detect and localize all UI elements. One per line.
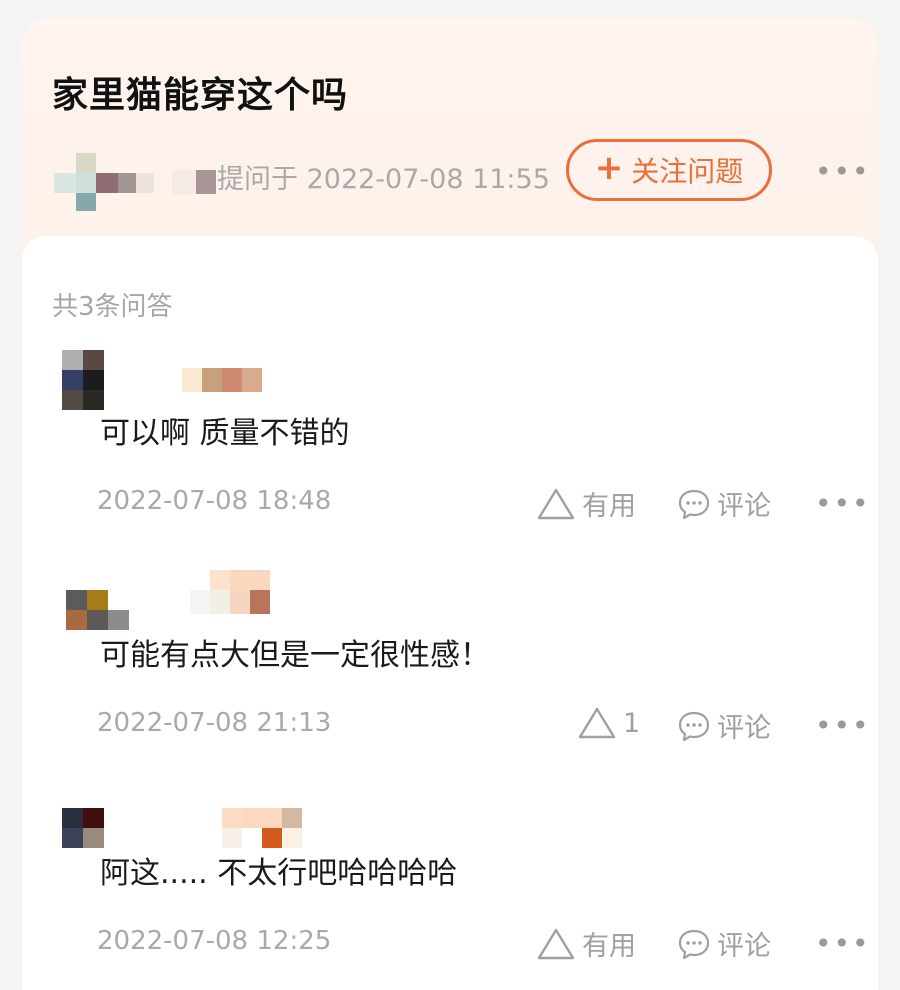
username[interactable] [102, 570, 272, 614]
answer-time: 2022-07-08 18:48 [97, 486, 332, 516]
answers-count: 共3条问答 [52, 292, 173, 322]
comment-label: 评论 [717, 491, 771, 522]
triangle-icon [578, 707, 616, 739]
comment-button[interactable]: 评论 [677, 706, 771, 745]
more-icon[interactable]: ••• [815, 487, 871, 520]
useful-button[interactable]: 1 [577, 706, 640, 740]
triangle-icon [537, 488, 575, 519]
useful-label: 有用 [582, 931, 636, 962]
useful-count: 1 [623, 707, 641, 739]
question-title: 家里猫能穿这个吗 [52, 75, 349, 116]
asked-time: 提问于 2022-07-08 11:55 [217, 164, 550, 195]
answer-item: 可以啊 质量不错的 2022-07-08 18:48 有用 评论 ••• [22, 350, 878, 570]
answer-time: 2022-07-08 12:25 [97, 926, 332, 956]
answers-panel: 共3条问答 可以啊 质量不错的 2022-07-08 18:48 有用 评论 •… [22, 236, 878, 990]
comment-label: 评论 [717, 931, 771, 962]
triangle-icon [537, 928, 575, 959]
avatar[interactable] [62, 350, 104, 410]
answer-time: 2022-07-08 21:13 [97, 708, 332, 738]
more-icon[interactable]: ••• [815, 155, 871, 188]
answer-text: 阿这..... 不太行吧哈哈哈哈 [100, 856, 458, 891]
useful-button[interactable]: 有用 [536, 924, 636, 963]
question-card: 家里猫能穿这个吗 提问于 2022-07-08 11:55 + 关注问题 •••… [22, 18, 878, 990]
follow-question-button[interactable]: + 关注问题 [566, 139, 772, 201]
answer-text: 可以啊 质量不错的 [100, 416, 350, 451]
more-icon[interactable]: ••• [815, 927, 871, 960]
useful-label: 有用 [582, 491, 636, 522]
comment-button[interactable]: 评论 [677, 484, 771, 523]
more-icon[interactable]: ••• [815, 709, 871, 742]
follow-label: 关注问题 [631, 155, 744, 188]
comment-icon [678, 489, 710, 519]
comment-icon [678, 929, 710, 959]
plus-icon: + [594, 148, 624, 188]
avatar[interactable] [62, 808, 104, 868]
answer-item: 阿这..... 不太行吧哈哈哈哈 2022-07-08 12:25 有用 评论 … [22, 790, 878, 990]
username[interactable] [102, 808, 302, 848]
comment-label: 评论 [717, 713, 771, 744]
useful-button[interactable]: 有用 [536, 484, 636, 523]
asker-name[interactable] [172, 170, 220, 194]
comment-icon [678, 711, 710, 741]
answer-item: 可能有点大但是一定很性感！ 2022-07-08 21:13 1 评论 ••• [22, 570, 878, 792]
comment-button[interactable]: 评论 [677, 924, 771, 963]
asker-avatar[interactable] [54, 153, 154, 211]
answer-text: 可能有点大但是一定很性感！ [100, 638, 490, 673]
username[interactable] [102, 368, 272, 392]
